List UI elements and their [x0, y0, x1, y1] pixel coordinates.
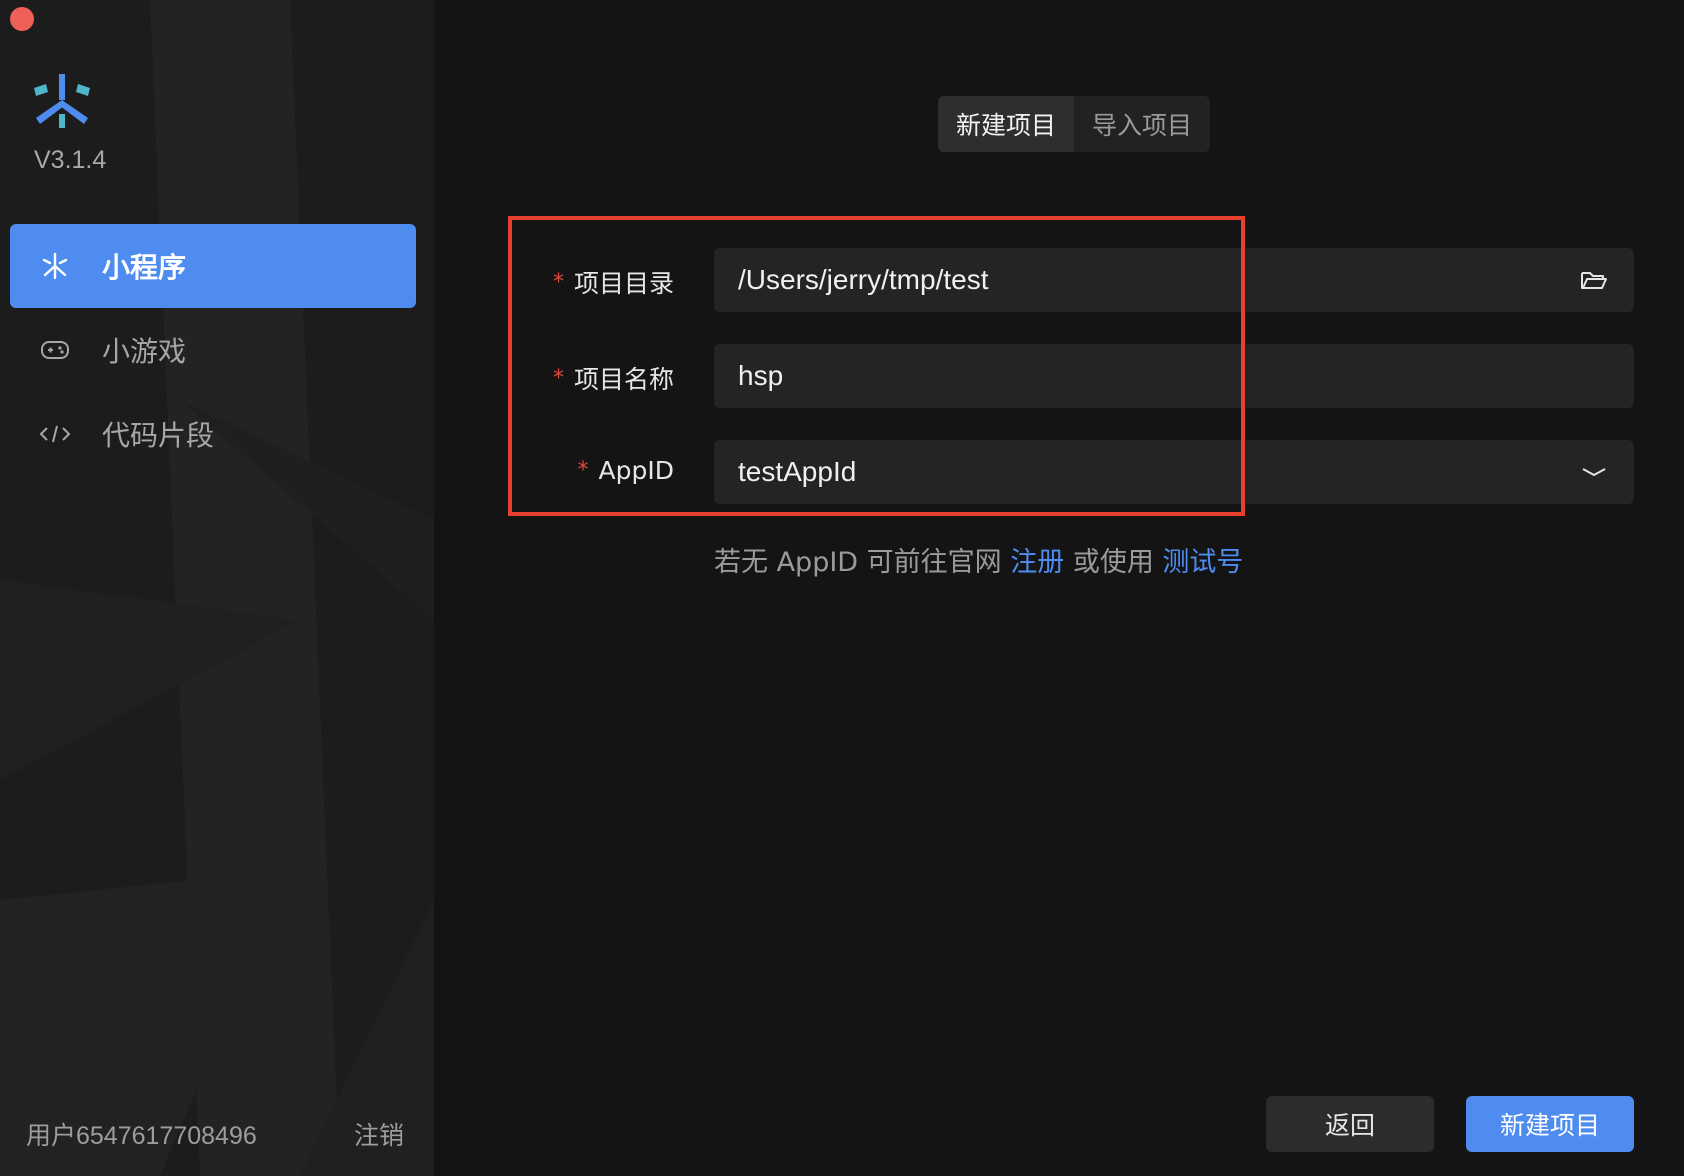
name-label: 项目名称	[573, 365, 674, 394]
code-icon	[36, 415, 74, 453]
directory-field[interactable]: /Users/jerry/tmp/test	[714, 248, 1634, 312]
directory-label: 项目目录	[573, 269, 674, 298]
app-logo-icon	[34, 74, 90, 128]
appid-label: AppID	[598, 456, 674, 485]
test-account-link[interactable]: 测试号	[1162, 547, 1243, 578]
directory-label-row: * 项目目录	[553, 264, 674, 300]
app-version: V3.1.4	[34, 146, 107, 174]
chevron-down-icon[interactable]	[1578, 456, 1610, 488]
required-mark: *	[552, 269, 564, 295]
hint-prefix: 若无 AppID 可前往官网	[714, 547, 1011, 578]
sidebar-item-label: 小程序	[102, 251, 187, 284]
user-id: 用户6547617708496	[26, 1122, 257, 1150]
sidebar-item-label: 小游戏	[102, 335, 187, 368]
sidebar-background-decoration	[0, 0, 434, 1176]
appid-select[interactable]: testAppId	[714, 440, 1634, 504]
create-project-button[interactable]: 新建项目	[1466, 1096, 1634, 1152]
sidebar-item-code-snippet[interactable]: 代码片段	[10, 392, 416, 476]
appid-value: testAppId	[738, 456, 857, 487]
project-name-value: hsp	[738, 360, 784, 391]
appid-label-row: * AppID	[578, 456, 674, 485]
name-label-row: * 项目名称	[553, 360, 674, 396]
project-name-field[interactable]: hsp	[714, 344, 1634, 408]
sidebar-item-label: 代码片段	[102, 419, 215, 452]
hint-middle: 或使用	[1064, 547, 1163, 578]
gamepad-icon	[36, 331, 74, 369]
sidebar-item-mini-program[interactable]: 小程序	[10, 224, 416, 308]
project-tabs: 新建项目 导入项目	[938, 96, 1210, 152]
required-mark: *	[552, 365, 564, 391]
back-button[interactable]: 返回	[1266, 1096, 1434, 1152]
directory-value: /Users/jerry/tmp/test	[738, 264, 989, 295]
logout-link[interactable]: 注销	[354, 1116, 404, 1152]
sidebar-item-mini-game[interactable]: 小游戏	[10, 308, 416, 392]
window-close-button[interactable]	[10, 7, 34, 31]
mini-program-icon	[36, 247, 74, 285]
tab-import-project[interactable]: 导入项目	[1074, 96, 1210, 152]
register-link[interactable]: 注册	[1010, 547, 1064, 578]
sidebar: V3.1.4 小程序 小游戏 代码片段 用户6547617708496 注销	[0, 0, 434, 1176]
tab-new-project[interactable]: 新建项目	[938, 96, 1074, 152]
appid-hint: 若无 AppID 可前往官网 注册 或使用 测试号	[714, 540, 1243, 579]
folder-open-icon[interactable]	[1578, 264, 1610, 296]
required-mark: *	[577, 458, 589, 483]
